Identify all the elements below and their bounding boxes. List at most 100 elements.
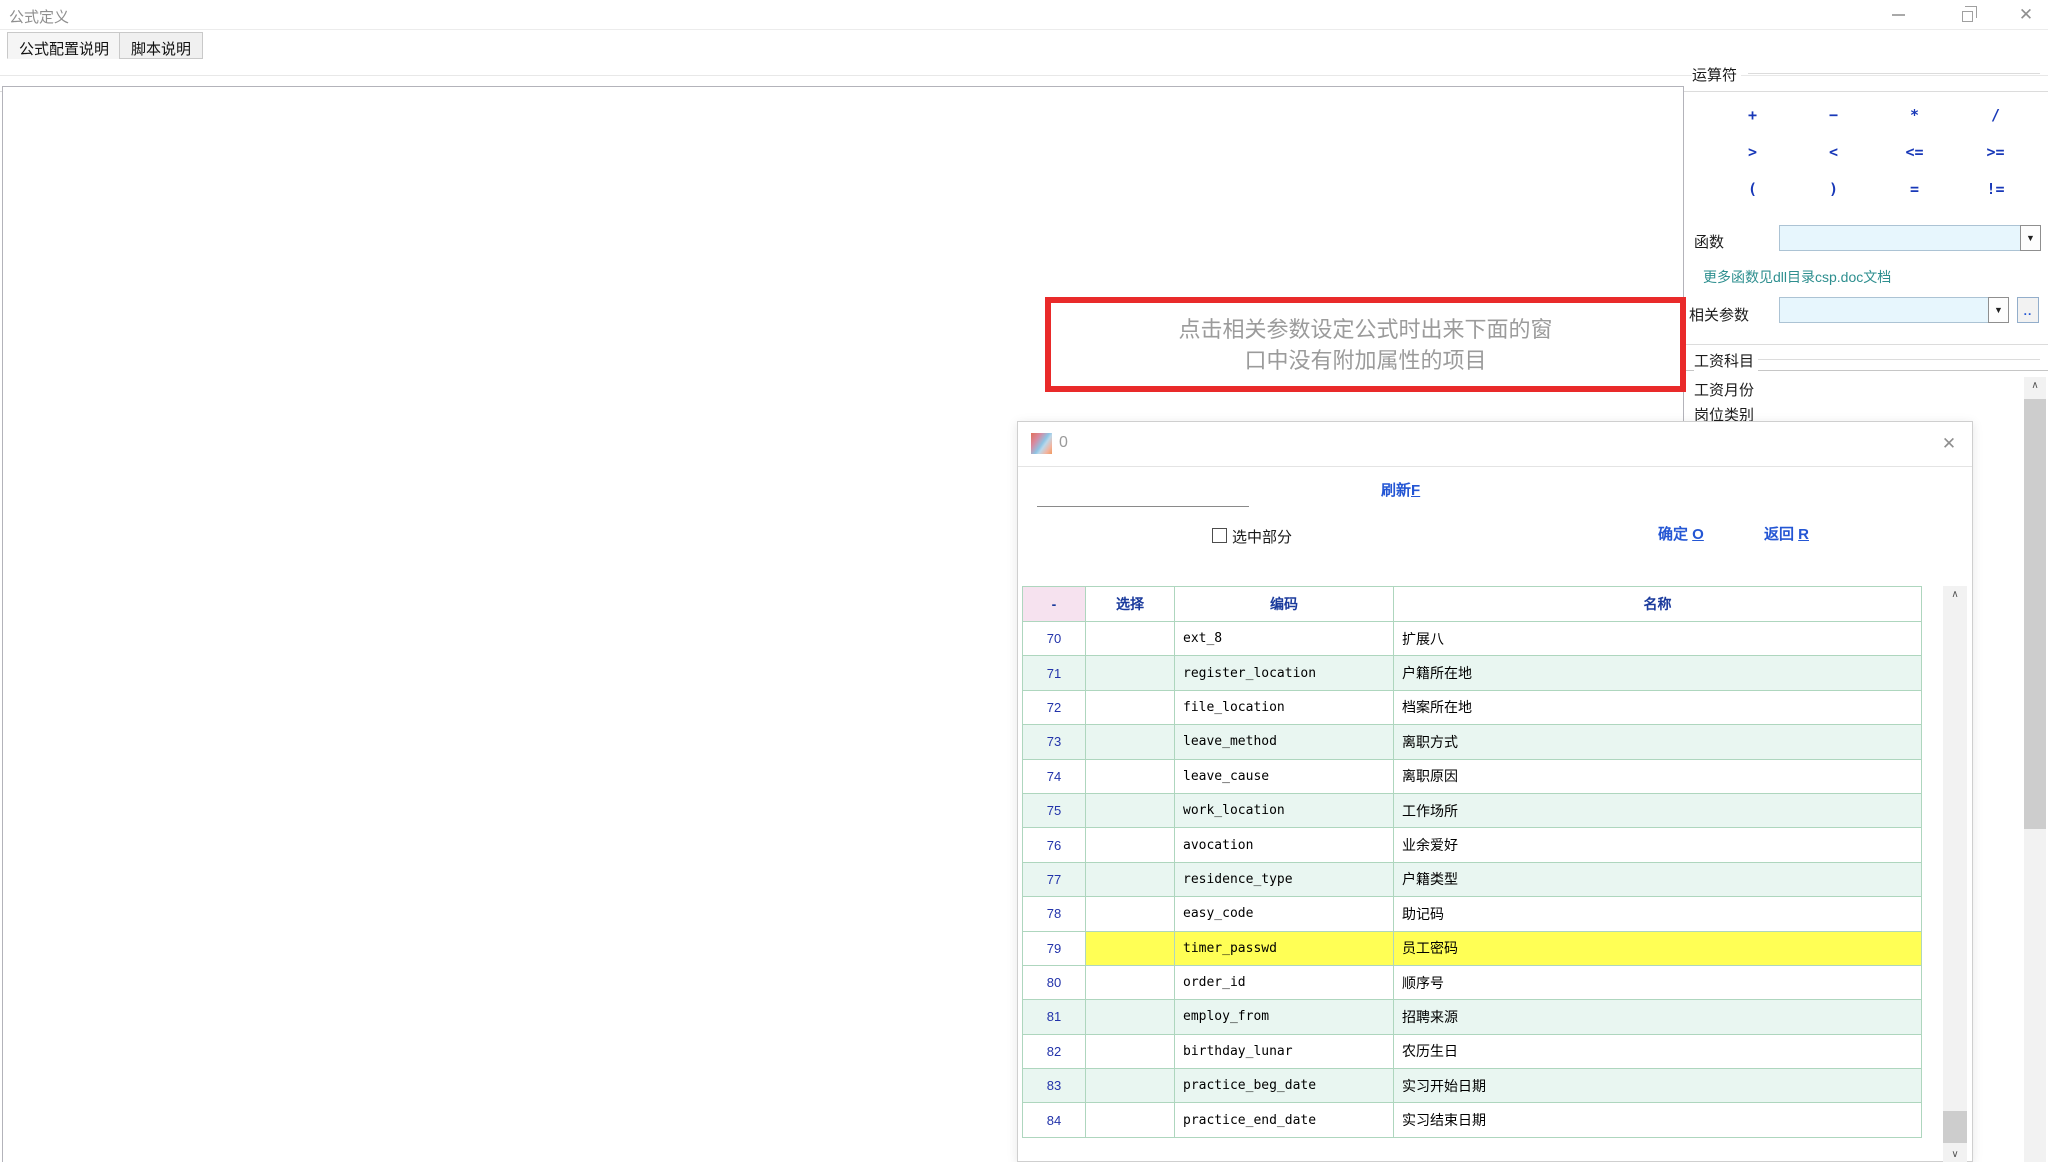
table-scrollbar[interactable]: ∧ ∨ <box>1943 586 1967 1162</box>
table-row[interactable]: 80order_id顺序号 <box>1023 965 1922 999</box>
table-row[interactable]: 81employ_from招聘来源 <box>1023 1000 1922 1034</box>
row-number-cell: 84 <box>1023 1103 1086 1137</box>
select-cell <box>1086 1000 1175 1034</box>
code-cell: practice_beg_date <box>1175 1069 1394 1103</box>
table-row[interactable]: 72file_location档案所在地 <box>1023 690 1922 724</box>
select-cell <box>1086 793 1175 827</box>
refresh-link[interactable]: 刷新F <box>1381 479 1420 500</box>
table-row[interactable]: 75work_location工作场所 <box>1023 793 1922 827</box>
table-row[interactable]: 83practice_beg_date实习开始日期 <box>1023 1069 1922 1103</box>
select-cell <box>1086 759 1175 793</box>
row-number-cell: 71 <box>1023 656 1086 690</box>
restore-button[interactable] <box>1945 0 1989 30</box>
row-number-cell: 74 <box>1023 759 1086 793</box>
select-cell <box>1086 1069 1175 1103</box>
code-cell: ext_8 <box>1175 622 1394 656</box>
table-row[interactable]: 82birthday_lunar农历生日 <box>1023 1034 1922 1068</box>
row-number-cell: 77 <box>1023 862 1086 896</box>
operator-button[interactable]: > <box>1712 133 1793 170</box>
name-cell: 离职方式 <box>1394 725 1922 759</box>
name-cell: 实习结束日期 <box>1394 1103 1922 1137</box>
select-cell <box>1086 828 1175 862</box>
row-number-cell: 82 <box>1023 1034 1086 1068</box>
subjects-scrollbar[interactable]: ∧ <box>2024 377 2046 1162</box>
group-rule <box>1748 73 2040 74</box>
tab-formula-config[interactable]: 公式配置说明 <box>7 32 121 59</box>
operator-button[interactable]: ( <box>1712 171 1793 208</box>
scroll-up-arrow[interactable]: ∧ <box>2024 377 2046 394</box>
name-cell: 业余爱好 <box>1394 828 1922 862</box>
operator-button[interactable]: >= <box>1955 133 2036 170</box>
operators-group-label: 运算符 <box>1692 64 1741 85</box>
operator-button[interactable]: != <box>1955 171 2036 208</box>
ellipsis-icon: .. <box>2024 304 2033 318</box>
operator-button[interactable]: − <box>1793 96 1874 133</box>
select-part-checkbox[interactable] <box>1212 528 1227 543</box>
params-dropdown-button[interactable]: ▼ <box>1988 297 2009 323</box>
back-link[interactable]: 返回 R <box>1764 523 1809 544</box>
operator-button[interactable]: * <box>1874 96 1955 133</box>
window-title: 公式定义 <box>9 6 69 27</box>
row-number-cell: 81 <box>1023 1000 1086 1034</box>
subjects-group-label: 工资科目 <box>1694 350 1758 371</box>
table-row[interactable]: 76avocation业余爱好 <box>1023 828 1922 862</box>
table-row[interactable]: 79timer_passwd员工密码 <box>1023 931 1922 965</box>
code-cell: file_location <box>1175 690 1394 724</box>
name-cell: 户籍所在地 <box>1394 656 1922 690</box>
chevron-up-icon: ∧ <box>2031 380 2038 391</box>
scroll-thumb[interactable] <box>2024 399 2046 829</box>
filter-input[interactable] <box>1037 489 1249 507</box>
code-cell: employ_from <box>1175 1000 1394 1034</box>
divider <box>1686 344 2048 345</box>
table-row[interactable]: 77residence_type户籍类型 <box>1023 862 1922 896</box>
name-cell: 员工密码 <box>1394 931 1922 965</box>
operator-button[interactable]: ) <box>1793 171 1874 208</box>
close-icon: ✕ <box>2019 5 2033 25</box>
table-row[interactable]: 78easy_code助记码 <box>1023 897 1922 931</box>
params-dropdown[interactable] <box>1779 297 1989 323</box>
code-cell: practice_end_date <box>1175 1103 1394 1137</box>
name-cell: 农历生日 <box>1394 1034 1922 1068</box>
row-number-cell: 80 <box>1023 965 1086 999</box>
operator-button[interactable]: + <box>1712 96 1793 133</box>
table-row[interactable]: 71register_location户籍所在地 <box>1023 656 1922 690</box>
subject-list-item[interactable]: 工资月份 <box>1694 379 1994 404</box>
annotation-text-line2: 口中没有附加属性的项目 <box>1244 345 1486 376</box>
operator-button[interactable]: = <box>1874 171 1955 208</box>
scroll-down-arrow[interactable]: ∨ <box>1943 1146 1967 1162</box>
chevron-down-icon: ∨ <box>1951 1149 1958 1160</box>
tab-script[interactable]: 脚本说明 <box>119 32 203 59</box>
code-cell: residence_type <box>1175 862 1394 896</box>
name-cell: 档案所在地 <box>1394 690 1922 724</box>
operator-button[interactable]: < <box>1793 133 1874 170</box>
operator-button[interactable]: / <box>1955 96 2036 133</box>
row-number-cell: 73 <box>1023 725 1086 759</box>
minimize-button[interactable] <box>1876 0 1920 30</box>
table-row[interactable]: 84 practice_end_date实习结束日期 <box>1023 1103 1922 1137</box>
select-cell <box>1086 725 1175 759</box>
col-header-select[interactable]: 选择 <box>1086 587 1175 622</box>
scroll-thumb[interactable] <box>1943 1111 1967 1143</box>
table-row[interactable]: 73leave_method离职方式 <box>1023 725 1922 759</box>
operator-button[interactable]: <= <box>1874 133 1955 170</box>
code-cell: order_id <box>1175 965 1394 999</box>
col-header-name[interactable]: 名称 <box>1394 587 1922 622</box>
params-browse-button[interactable]: .. <box>2017 297 2039 323</box>
name-cell: 工作场所 <box>1394 793 1922 827</box>
select-cell <box>1086 622 1175 656</box>
col-header-code[interactable]: 编码 <box>1175 587 1394 622</box>
col-header-index[interactable]: - <box>1023 587 1086 622</box>
select-cell <box>1086 897 1175 931</box>
table-row[interactable]: 70ext_8扩展八 <box>1023 622 1922 656</box>
scroll-up-arrow[interactable]: ∧ <box>1943 586 1967 603</box>
more-functions-link[interactable]: 更多函数见dll目录csp.doc文档 <box>1703 267 1891 287</box>
function-dropdown[interactable] <box>1779 225 2021 251</box>
dialog-close-button[interactable]: ✕ <box>1934 430 1964 458</box>
function-dropdown-button[interactable]: ▼ <box>2020 225 2041 251</box>
row-number-cell: 78 <box>1023 897 1086 931</box>
group-rule <box>1756 359 2040 360</box>
table-row[interactable]: 74leave_cause离职原因 <box>1023 759 1922 793</box>
ok-link[interactable]: 确定 O <box>1658 523 1704 544</box>
code-cell: timer_passwd <box>1175 931 1394 965</box>
close-button[interactable]: ✕ <box>2004 0 2048 30</box>
